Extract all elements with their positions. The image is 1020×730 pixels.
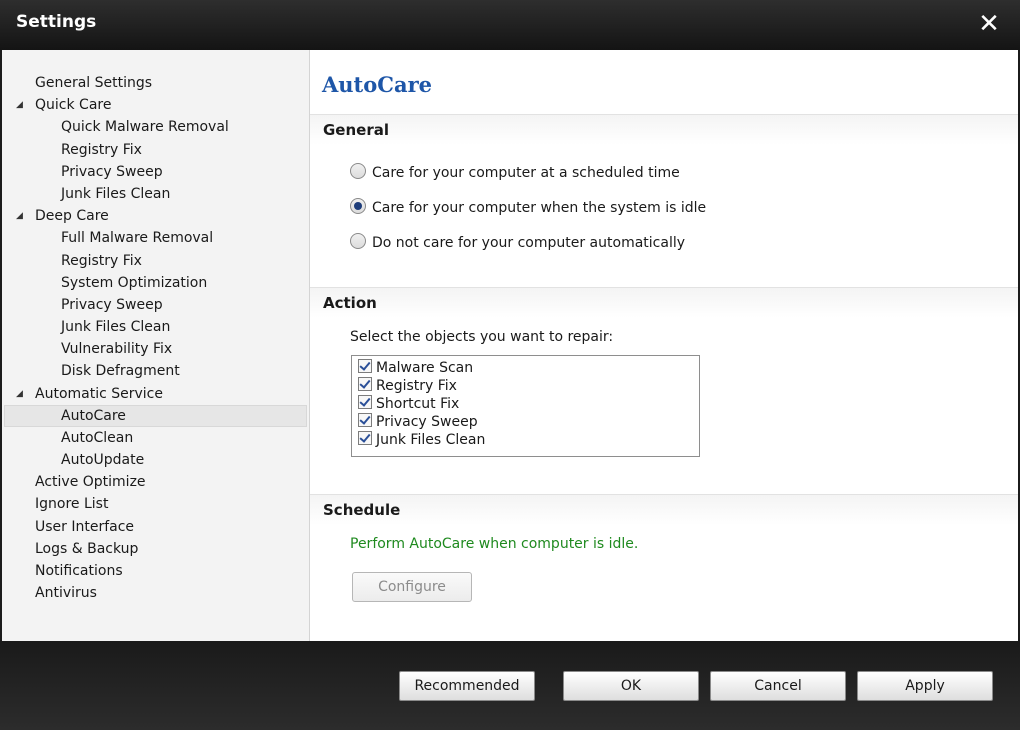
nav-item-vulnerability-fix[interactable]: Vulnerability Fix xyxy=(2,338,309,360)
radio-button[interactable] xyxy=(350,233,366,249)
nav-item-label: Quick Malware Removal xyxy=(61,119,229,136)
section-heading: Schedule xyxy=(323,501,401,519)
window-title: Settings xyxy=(16,12,97,32)
cancel-button[interactable]: Cancel xyxy=(710,671,846,701)
nav-item-label: Notifications xyxy=(35,562,123,579)
apply-button[interactable]: Apply xyxy=(857,671,993,701)
nav-item-label: Privacy Sweep xyxy=(61,296,163,313)
checkbox[interactable] xyxy=(358,431,372,445)
repair-prompt: Select the objects you want to repair: xyxy=(350,329,614,345)
checkbox[interactable] xyxy=(358,377,372,391)
schedule-section-header: Schedule xyxy=(310,494,1018,525)
nav-item-deep-privacy-sweep[interactable]: Privacy Sweep xyxy=(2,294,309,316)
radio-not-automatically[interactable]: Do not care for your computer automatica… xyxy=(350,233,685,253)
nav-item-label: Antivirus xyxy=(35,585,97,602)
action-section-header: Action xyxy=(310,287,1018,318)
nav-item-label: Registry Fix xyxy=(61,141,142,158)
checkbox[interactable] xyxy=(358,359,372,373)
section-heading: Action xyxy=(323,294,377,312)
close-icon[interactable]: ✕ xyxy=(970,8,1008,40)
title-bar: Settings ✕ xyxy=(0,0,1020,50)
checkbox-label: Junk Files Clean xyxy=(376,432,486,448)
nav-item-deep-registry-fix[interactable]: Registry Fix xyxy=(2,250,309,272)
nav-item-label: User Interface xyxy=(35,518,135,535)
settings-window: Settings ✕ General Settings ◢ Quick Care … xyxy=(0,0,1020,730)
repair-objects-list: Malware Scan Registry Fix Shortcut Fix P… xyxy=(351,355,700,457)
nav-item-quick-registry-fix[interactable]: Registry Fix xyxy=(2,139,309,161)
nav-item-full-malware-removal[interactable]: Full Malware Removal xyxy=(2,227,309,249)
checkbox-malware-scan[interactable]: Malware Scan xyxy=(352,359,699,377)
checkbox-junk-files-clean[interactable]: Junk Files Clean xyxy=(352,431,699,449)
triangle-down-icon[interactable]: ◢ xyxy=(16,383,23,405)
nav-item-label: AutoCare xyxy=(61,407,126,424)
checkbox-label: Shortcut Fix xyxy=(376,396,460,412)
radio-label: Care for your computer at a scheduled ti… xyxy=(372,165,680,181)
nav-item-disk-defragment[interactable]: Disk Defragment xyxy=(2,360,309,382)
nav-item-label: Quick Care xyxy=(35,97,112,114)
ok-button[interactable]: OK xyxy=(563,671,699,701)
triangle-down-icon[interactable]: ◢ xyxy=(16,205,23,227)
nav-item-quick-junk-files-clean[interactable]: Junk Files Clean xyxy=(2,183,309,205)
nav-item-label: Privacy Sweep xyxy=(61,163,163,180)
radio-button[interactable] xyxy=(350,198,366,214)
nav-item-user-interface[interactable]: User Interface xyxy=(2,516,309,538)
nav-item-active-optimize[interactable]: Active Optimize xyxy=(2,471,309,493)
radio-button[interactable] xyxy=(350,163,366,179)
nav-item-label: Logs & Backup xyxy=(35,540,139,557)
checkbox-label: Privacy Sweep xyxy=(376,414,478,430)
nav-item-label: AutoClean xyxy=(61,429,134,446)
nav-item-antivirus[interactable]: Antivirus xyxy=(2,582,309,604)
nav-item-label: Disk Defragment xyxy=(61,363,180,380)
nav-item-label: Deep Care xyxy=(35,208,109,225)
nav-item-automatic-service[interactable]: ◢ Automatic Service xyxy=(2,383,309,405)
checkbox-label: Malware Scan xyxy=(376,360,474,376)
checkbox-privacy-sweep[interactable]: Privacy Sweep xyxy=(352,413,699,431)
nav-item-quick-malware-removal[interactable]: Quick Malware Removal xyxy=(2,116,309,138)
nav-item-label: AutoUpdate xyxy=(61,452,145,468)
nav-item-label: Registry Fix xyxy=(61,252,142,269)
checkbox-registry-fix[interactable]: Registry Fix xyxy=(352,377,699,395)
nav-item-autoupdate[interactable]: AutoUpdate xyxy=(2,449,309,471)
checkbox[interactable] xyxy=(358,413,372,427)
nav-item-label: Junk Files Clean xyxy=(61,319,171,336)
nav-item-quick-care[interactable]: ◢ Quick Care xyxy=(2,94,309,116)
nav-item-label: General Settings xyxy=(35,75,153,91)
general-section-header: General xyxy=(310,114,1018,145)
nav-item-autoclean[interactable]: AutoClean xyxy=(2,427,309,449)
nav-item-quick-privacy-sweep[interactable]: Privacy Sweep xyxy=(2,161,309,183)
schedule-status-text: Perform AutoCare when computer is idle. xyxy=(350,536,639,552)
nav-item-general-settings[interactable]: General Settings xyxy=(2,72,309,94)
nav-item-label: System Optimization xyxy=(61,274,208,291)
radio-when-idle[interactable]: Care for your computer when the system i… xyxy=(350,198,706,218)
radio-scheduled-time[interactable]: Care for your computer at a scheduled ti… xyxy=(350,163,680,183)
recommended-button[interactable]: Recommended xyxy=(399,671,535,701)
nav-item-label: Vulnerability Fix xyxy=(61,341,173,358)
nav-item-ignore-list[interactable]: Ignore List xyxy=(2,493,309,515)
nav-item-label: Active Optimize xyxy=(35,474,146,491)
checkbox[interactable] xyxy=(358,395,372,409)
nav-item-label: Full Malware Removal xyxy=(61,230,214,247)
dialog-footer: Recommended OK Cancel Apply xyxy=(0,641,1020,730)
radio-label: Care for your computer when the system i… xyxy=(372,200,707,216)
settings-nav-tree: General Settings ◢ Quick Care Quick Malwa… xyxy=(2,50,310,641)
triangle-down-icon[interactable]: ◢ xyxy=(16,94,23,116)
configure-button[interactable]: Configure xyxy=(352,572,472,602)
nav-item-system-optimization[interactable]: System Optimization xyxy=(2,272,309,294)
nav-item-label: Automatic Service xyxy=(35,385,163,402)
checkbox-shortcut-fix[interactable]: Shortcut Fix xyxy=(352,395,699,413)
nav-item-label: Junk Files Clean xyxy=(61,185,171,202)
radio-label: Do not care for your computer automatica… xyxy=(372,235,686,251)
nav-item-label: Ignore List xyxy=(35,496,109,513)
page-title: AutoCare xyxy=(322,72,433,97)
nav-item-logs-backup[interactable]: Logs & Backup xyxy=(2,538,309,560)
checkbox-label: Registry Fix xyxy=(376,378,457,394)
nav-item-deep-care[interactable]: ◢ Deep Care xyxy=(2,205,309,227)
nav-item-deep-junk-files-clean[interactable]: Junk Files Clean xyxy=(2,316,309,338)
settings-content-panel: AutoCare General Care for your computer … xyxy=(310,50,1018,641)
nav-item-autocare[interactable]: AutoCare xyxy=(4,404,307,427)
nav-item-notifications[interactable]: Notifications xyxy=(2,560,309,582)
section-heading: General xyxy=(323,121,389,139)
